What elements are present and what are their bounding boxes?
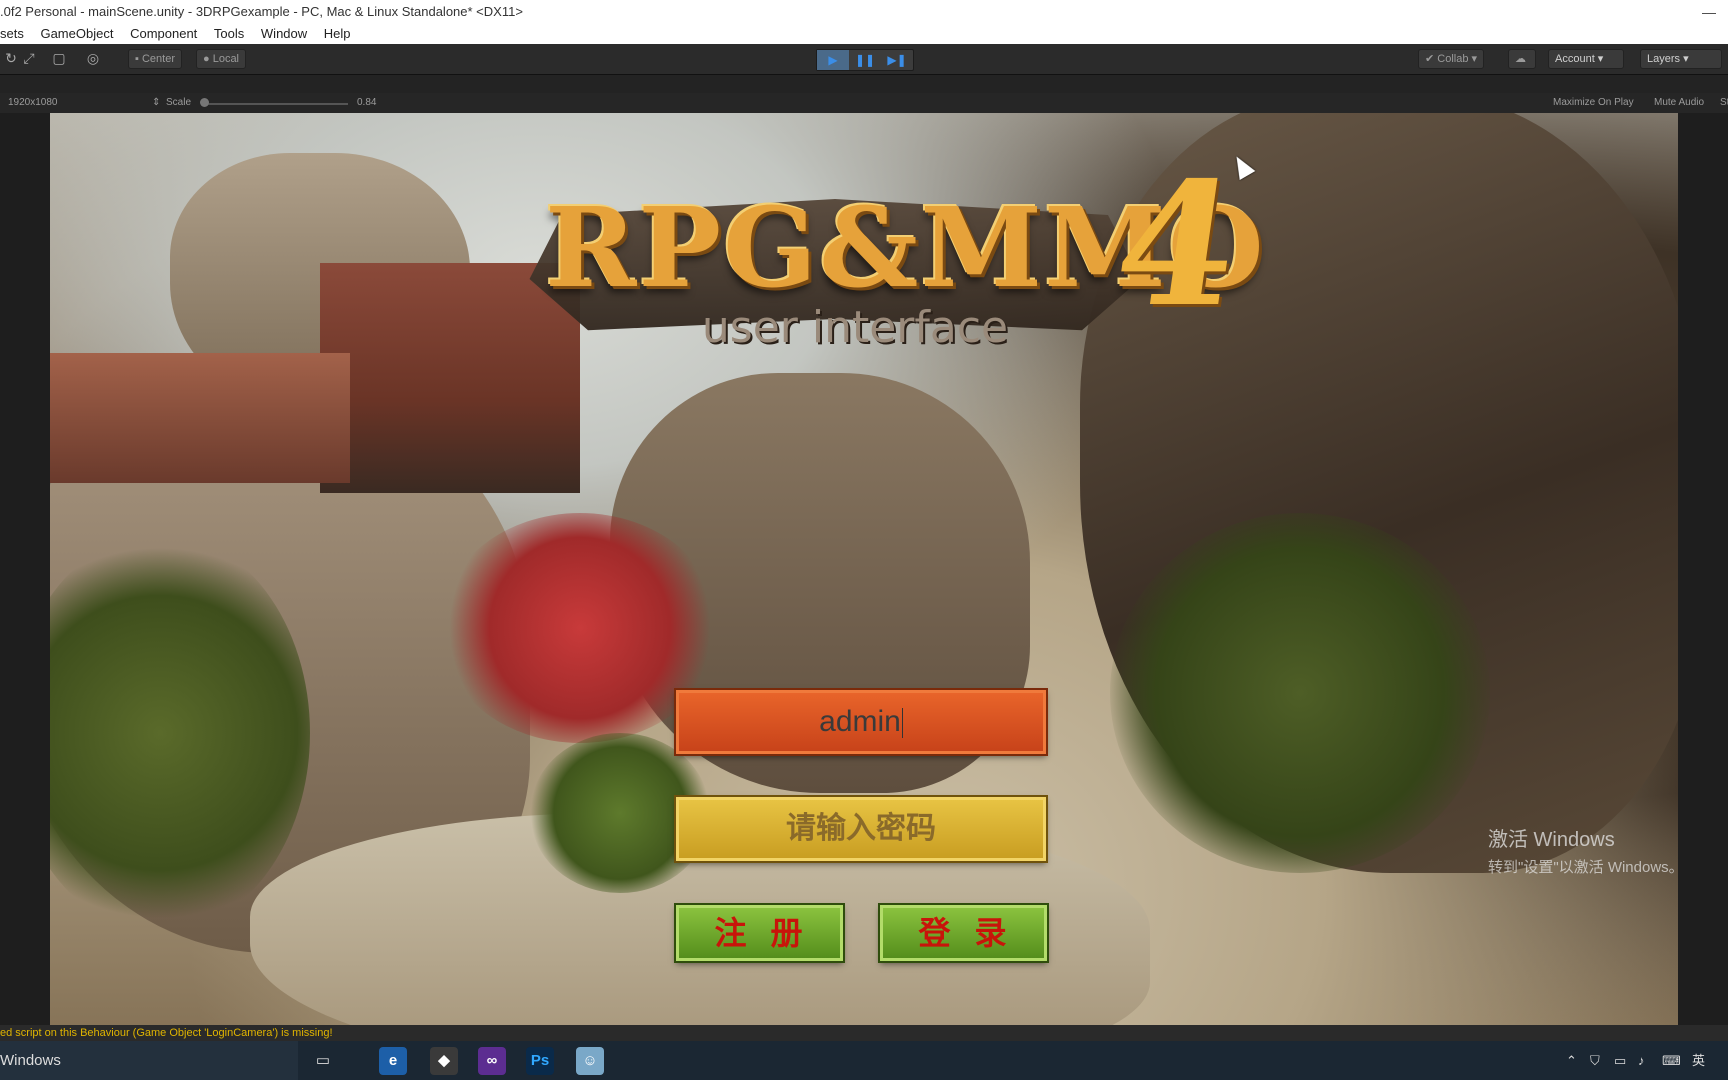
- text-caret: [901, 708, 903, 739]
- menu-component[interactable]: Component: [130, 24, 197, 44]
- menu-help[interactable]: Help: [324, 24, 351, 44]
- play-button[interactable]: ▶: [817, 50, 849, 70]
- security-shield-icon[interactable]: ⛉: [1590, 1041, 1600, 1080]
- activate-windows-title: 激活 Windows: [1488, 829, 1615, 851]
- account-label: Account: [1555, 53, 1595, 65]
- scale-slider-track[interactable]: [202, 103, 348, 105]
- menu-window[interactable]: Window: [261, 24, 307, 44]
- activate-windows-subtitle: 转到"设置"以激活 Windows。: [1488, 859, 1684, 876]
- scale-value: 0.84: [357, 97, 377, 108]
- task-view-icon[interactable]: ▭: [309, 1047, 337, 1075]
- cloud-button[interactable]: ☁: [1508, 49, 1536, 69]
- main-toolbar: ↻ ⤢ ▢ ◎ ▪ Center ● Local ▶ ❚❚ ▶❚ ✔ Colla…: [0, 44, 1728, 75]
- unity-icon[interactable]: ◆: [430, 1047, 458, 1075]
- console-status-bar[interactable]: ed script on this Behaviour (Game Object…: [0, 1025, 1728, 1041]
- register-button[interactable]: 注册: [676, 905, 843, 961]
- tray-chevron-icon[interactable]: ⌃: [1566, 1041, 1577, 1080]
- keyboard-icon[interactable]: ⌨: [1662, 1041, 1681, 1080]
- logo-subtitle: user interface: [701, 302, 1009, 353]
- ime-indicator[interactable]: 英: [1692, 1041, 1705, 1080]
- windows-taskbar: Windows ▭ e ◆ ∞ Ps ☺ ⌃ ⛉ ▭ ♪ ⌨ 英: [0, 1041, 1728, 1080]
- menu-bar: sets GameObject Component Tools Window H…: [0, 24, 1728, 44]
- game-logo: RPG&MMO 4 user interface: [490, 145, 1266, 363]
- console-message: ed script on this Behaviour (Game Object…: [0, 1027, 333, 1039]
- step-button[interactable]: ▶❚: [881, 50, 913, 70]
- username-value: admin: [819, 705, 901, 738]
- space-toggle[interactable]: ● Local: [196, 49, 246, 69]
- browser-icon[interactable]: e: [379, 1047, 407, 1075]
- check-icon: ✔: [1425, 53, 1438, 65]
- menu-tools[interactable]: Tools: [214, 24, 244, 44]
- image-viewer-icon[interactable]: ☺: [576, 1047, 604, 1075]
- scale-icon: ⇕: [152, 97, 161, 108]
- visual-studio-icon[interactable]: ∞: [478, 1047, 506, 1075]
- pivot-icon: ▪: [135, 53, 142, 65]
- taskbar-search[interactable]: Windows: [0, 1041, 298, 1080]
- volume-icon[interactable]: ♪: [1638, 1041, 1645, 1080]
- pivot-toggle[interactable]: ▪ Center: [128, 49, 182, 69]
- menu-gameobject[interactable]: GameObject: [40, 24, 113, 44]
- login-button[interactable]: 登录: [880, 905, 1047, 961]
- logo-title: RPG&MMO: [545, 183, 1266, 312]
- rect-tool-icon[interactable]: ▢: [48, 48, 70, 68]
- network-icon[interactable]: ▭: [1614, 1041, 1626, 1080]
- scale-slider-handle[interactable]: [200, 98, 209, 107]
- tree-right: [1110, 513, 1490, 873]
- game-viewport[interactable]: RPG&MMO 4 user interface admin 请输入密码 注册 …: [50, 113, 1678, 1025]
- collab-label: Collab: [1437, 53, 1469, 65]
- layers-dropdown[interactable]: Layers ▾: [1640, 49, 1722, 69]
- playmode-controls: ▶ ❚❚ ▶❚: [816, 49, 914, 71]
- username-input[interactable]: admin: [676, 690, 1046, 754]
- scale-label: Scale: [166, 97, 192, 108]
- account-dropdown[interactable]: Account ▾: [1548, 49, 1624, 69]
- space-label: Local: [212, 53, 239, 65]
- pivot-label: Center: [141, 53, 175, 65]
- photoshop-icon[interactable]: Ps: [526, 1047, 554, 1075]
- taskbar-search-text: Windows: [0, 1052, 61, 1069]
- pause-button[interactable]: ❚❚: [849, 50, 881, 70]
- transform-tool-icon[interactable]: ◎: [82, 48, 104, 68]
- menu-assets[interactable]: sets: [0, 24, 24, 44]
- password-input[interactable]: 请输入密码: [676, 797, 1046, 861]
- cloud-icon: ☁: [1515, 53, 1526, 65]
- layers-label: Layers: [1647, 53, 1681, 65]
- scale-tool-icon[interactable]: ⤢: [18, 48, 40, 68]
- collab-dropdown[interactable]: ✔ Collab ▾: [1418, 49, 1485, 69]
- resolution-dropdown[interactable]: 1920x1080: [8, 93, 58, 113]
- window-title: .0f2 Personal - mainScene.unity - 3DRPGe…: [0, 4, 523, 19]
- game-view-controls: 1920x1080 ⇕ Scale 0.84 Maximize On Play …: [0, 93, 1728, 113]
- mute-audio-toggle[interactable]: Mute Audio: [1654, 93, 1704, 113]
- minimize-button[interactable]: —: [1702, 0, 1716, 24]
- globe-icon: ●: [203, 53, 213, 65]
- temple-building: [50, 353, 350, 483]
- maximize-on-play-toggle[interactable]: Maximize On Play: [1553, 93, 1634, 113]
- stats-toggle[interactable]: St: [1720, 93, 1728, 113]
- window-titlebar: .0f2 Personal - mainScene.unity - 3DRPGe…: [0, 0, 1728, 24]
